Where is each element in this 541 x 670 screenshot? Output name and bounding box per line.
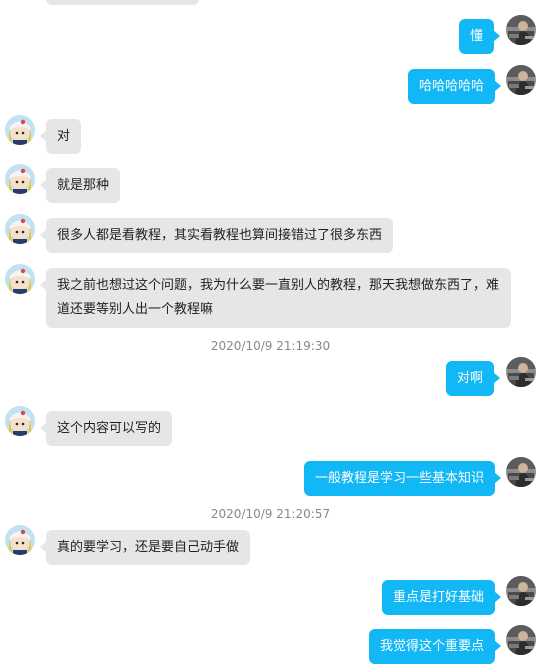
previous-message-bubble	[46, 0, 199, 5]
contact-avatar[interactable]	[5, 406, 35, 436]
self-message-bubble[interactable]: 对啊	[446, 361, 501, 396]
self-avatar[interactable]	[506, 15, 536, 45]
self-avatar[interactable]	[506, 357, 536, 387]
contact-message-bubble[interactable]: 很多人都是看教程，其实看教程也算间接错过了很多东西	[39, 218, 394, 253]
self-avatar[interactable]	[506, 625, 536, 655]
self-avatar[interactable]	[506, 65, 536, 95]
contact-message-bubble[interactable]: 我之前也想过这个问题，我为什么要一直别人的教程，那天我想做东西了，难道还要等别人…	[40, 268, 511, 328]
message-timestamp: 2020/10/9 21:20:57	[210, 507, 331, 521]
contact-message-bubble[interactable]: 就是那种	[39, 168, 121, 203]
contact-avatar[interactable]	[5, 214, 35, 244]
message-timestamp: 2020/10/9 21:19:30	[210, 339, 331, 353]
self-message-bubble[interactable]: 一般教程是学习一些基本知识	[304, 461, 502, 496]
self-message-bubble[interactable]: 哈哈哈哈哈	[408, 69, 502, 104]
contact-message-bubble[interactable]: 对	[39, 119, 82, 154]
self-message-bubble[interactable]: 重点是打好基础	[382, 580, 502, 615]
contact-avatar[interactable]	[5, 164, 35, 194]
self-avatar[interactable]	[506, 457, 536, 487]
self-avatar[interactable]	[506, 576, 536, 606]
contact-message-bubble[interactable]: 这个内容可以写的	[39, 411, 173, 446]
contact-avatar[interactable]	[5, 525, 35, 555]
contact-avatar[interactable]	[5, 115, 35, 145]
contact-avatar[interactable]	[5, 264, 35, 294]
contact-message-bubble[interactable]: 真的要学习，还是要自己动手做	[39, 530, 251, 565]
self-message-bubble[interactable]: 懂	[459, 19, 501, 54]
self-message-bubble[interactable]: 我觉得这个重要点	[369, 629, 502, 664]
